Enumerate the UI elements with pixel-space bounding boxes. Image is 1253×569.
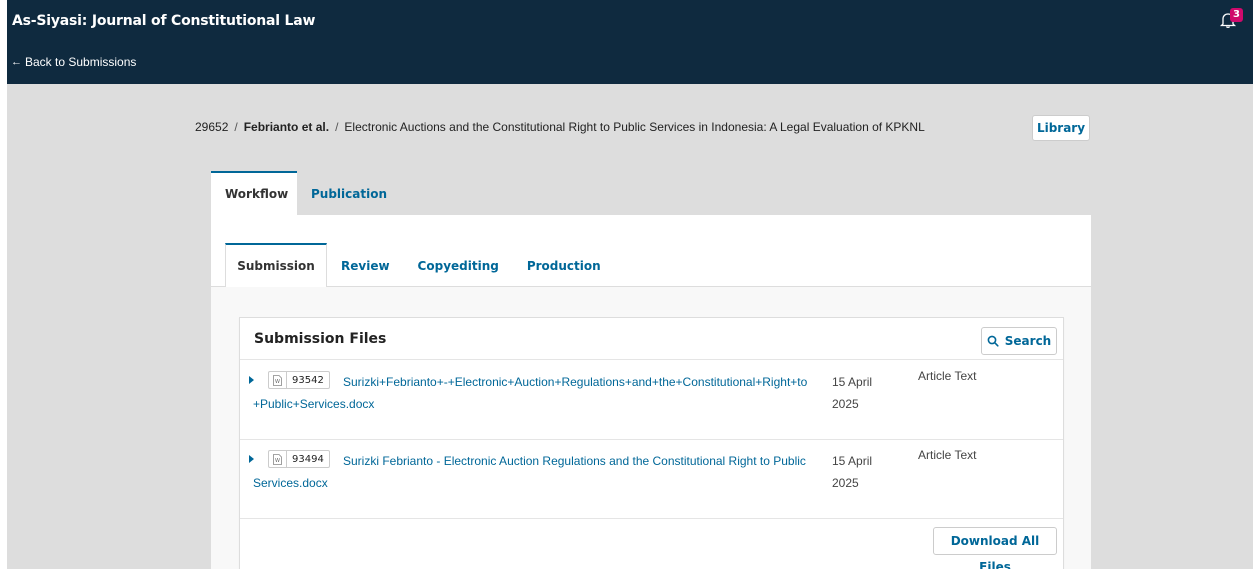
submission-breadcrumb: 29652 / Febrianto et al. / Electronic Au…	[195, 120, 925, 134]
breadcrumb-separator: /	[234, 120, 238, 134]
word-document-icon: W	[269, 372, 287, 388]
tab-publication[interactable]: Publication	[297, 171, 401, 215]
back-link-label: Back to Submissions	[25, 55, 137, 69]
file-date: 15 April 2025	[832, 375, 873, 411]
word-document-icon: W	[269, 451, 287, 467]
main-tabs: Workflow Publication	[211, 171, 401, 215]
download-all-files-button[interactable]: Download All Files	[933, 527, 1057, 569]
search-button-label: Search	[1004, 334, 1052, 348]
tab-production[interactable]: Production	[513, 243, 615, 287]
tab-copyediting[interactable]: Copyediting	[404, 243, 513, 287]
app-window: As-Siyasi: Journal of Constitutional Law…	[7, 0, 1253, 569]
file-type: Article Text	[918, 448, 977, 462]
file-date: 15 April 2025	[832, 454, 873, 490]
arrow-left-icon: ←	[11, 56, 22, 68]
file-row: Surizki+Febrianto+-+Electronic+Auction+R…	[240, 361, 1063, 440]
svg-text:W: W	[275, 379, 280, 385]
search-files-button[interactable]: Search	[981, 327, 1057, 355]
submission-files-panel: Submission Files Search Surizki+Febriant…	[239, 317, 1064, 569]
submission-id: 29652	[195, 120, 229, 134]
tab-review[interactable]: Review	[327, 243, 404, 287]
file-row: Surizki Febrianto - Electronic Auction R…	[240, 440, 1063, 519]
file-name-link[interactable]: Surizki Febrianto - Electronic Auction R…	[253, 450, 813, 494]
files-panel-header: Submission Files Search	[240, 318, 1063, 360]
submission-title: Electronic Auctions and the Constitution…	[344, 120, 925, 134]
search-icon	[987, 335, 999, 347]
file-id-badge: W 93542	[268, 371, 330, 389]
notifications-button[interactable]: 3	[1219, 7, 1245, 33]
submission-authors: Febrianto et al.	[243, 120, 330, 134]
file-id: 93494	[292, 453, 324, 465]
file-id-badge: W 93494	[268, 450, 330, 468]
file-name-link[interactable]: Surizki+Febrianto+-+Electronic+Auction+R…	[253, 371, 813, 415]
svg-text:W: W	[275, 458, 280, 464]
files-panel-title: Submission Files	[254, 331, 387, 347]
workflow-panel: Submission Review Copyediting Production…	[211, 215, 1091, 569]
top-header: As-Siyasi: Journal of Constitutional Law…	[7, 0, 1253, 84]
file-type: Article Text	[918, 369, 977, 383]
tab-workflow[interactable]: Workflow	[211, 171, 297, 215]
breadcrumb-separator: /	[335, 120, 339, 134]
notification-count-badge: 3	[1230, 8, 1243, 22]
file-id: 93542	[292, 374, 324, 386]
site-title[interactable]: As-Siyasi: Journal of Constitutional Law	[12, 13, 315, 29]
tab-submission[interactable]: Submission	[225, 243, 327, 287]
back-to-submissions-link[interactable]: ← Back to Submissions	[11, 55, 136, 69]
library-button[interactable]: Library	[1032, 115, 1090, 141]
main-content: 29652 / Febrianto et al. / Electronic Au…	[7, 84, 1253, 569]
stage-tabs: Submission Review Copyediting Production	[225, 243, 615, 287]
